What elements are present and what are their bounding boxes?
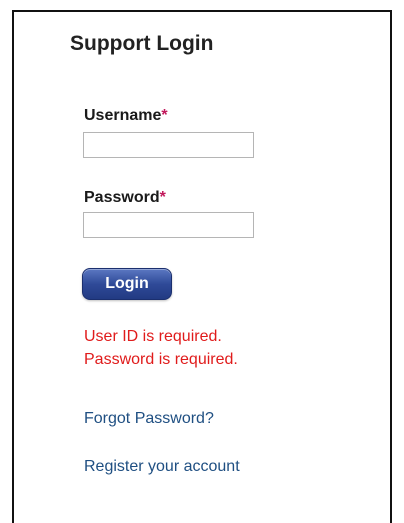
password-field[interactable] [83,212,254,238]
username-required-marker: * [161,107,168,124]
forgot-password-link[interactable]: Forgot Password? [84,411,214,427]
password-required-marker: * [159,189,166,206]
error-password-required: Password is required. [84,351,238,368]
error-userid-required: User ID is required. [84,328,222,345]
login-button[interactable]: Login [82,268,172,300]
password-label-text: Password [84,189,160,206]
username-label-text: Username [84,107,162,124]
username-field[interactable] [83,132,254,158]
register-account-link[interactable]: Register your account [84,459,240,475]
login-panel [12,10,392,523]
page-title: Support Login [70,32,214,55]
username-label: Username* [84,108,168,124]
password-label: Password* [84,190,166,206]
